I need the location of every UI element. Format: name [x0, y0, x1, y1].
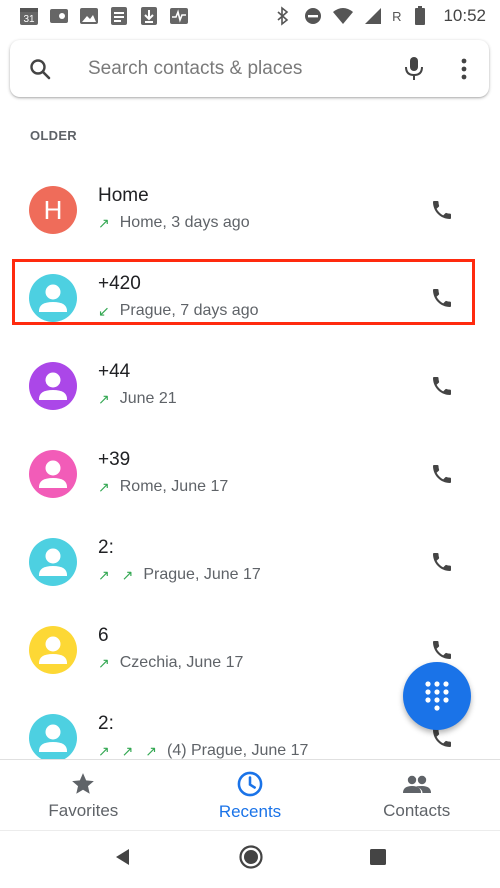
outgoing-call-icon: ↗ ↗ [98, 566, 138, 583]
bluetooth-icon [272, 6, 294, 26]
back-icon[interactable] [113, 847, 133, 872]
message-icon [48, 6, 70, 26]
phone-icon[interactable] [421, 541, 463, 583]
call-detail-text: Prague, June 17 [143, 566, 261, 583]
avatar[interactable] [29, 714, 77, 762]
avatar-letter: H [43, 194, 63, 225]
search-icon[interactable] [10, 40, 70, 97]
call-detail-text: Rome, June 17 [119, 478, 229, 495]
contact-name: 6 [98, 625, 109, 646]
contact-name: 2: [98, 713, 114, 734]
person-icon [39, 460, 67, 488]
tab-favorites[interactable]: Favorites [0, 760, 167, 831]
tab-label: Contacts [383, 800, 451, 820]
phone-icon[interactable] [421, 365, 463, 407]
clock-icon [237, 771, 263, 796]
person-icon [39, 548, 67, 576]
dialpad-icon [425, 681, 449, 711]
call-detail-text: (4) Prague, June 17 [166, 742, 309, 759]
contact-name: +44 [98, 361, 131, 382]
call-detail: ↗ ↗ Prague, June 17 [98, 566, 261, 584]
contact-name: 2: [98, 537, 114, 558]
outgoing-call-icon: ↗ ↗ ↗ [98, 742, 161, 759]
incoming-call-icon: ↙ [98, 302, 114, 319]
dialpad-button[interactable] [403, 662, 471, 730]
person-icon [39, 372, 67, 400]
tab-label: Recents [218, 801, 282, 821]
contact-name: +39 [98, 449, 131, 470]
avatar[interactable] [29, 626, 77, 674]
avatar[interactable]: H [29, 186, 77, 234]
status-bar: 31 R 10:52 [0, 0, 500, 32]
search-bar[interactable]: Search contacts & places [10, 40, 489, 97]
avatar[interactable] [29, 362, 77, 410]
outgoing-call-icon: ↗ [98, 654, 114, 671]
outgoing-call-icon: ↗ [98, 478, 114, 495]
contact-name: +420 [98, 273, 141, 294]
status-notifications: 31 [18, 6, 190, 26]
outgoing-call-icon: ↗ [98, 214, 114, 231]
star-icon [72, 772, 95, 794]
person-icon [39, 636, 67, 664]
call-detail-text: Home, 3 days ago [119, 214, 250, 231]
call-detail: ↙ Prague, 7 days ago [98, 302, 259, 320]
tab-label: Favorites [48, 800, 119, 820]
document-icon [108, 6, 130, 26]
clock-time: 10:52 [443, 6, 486, 25]
phone-icon[interactable] [421, 189, 463, 231]
outgoing-call-icon: ↗ [98, 390, 114, 407]
call-detail-text: Czechia, June 17 [119, 654, 244, 671]
activity-icon [168, 6, 190, 26]
network-label: R [392, 8, 402, 24]
wifi-icon [332, 6, 354, 26]
call-detail-text: June 21 [119, 390, 177, 407]
call-detail: ↗ Rome, June 17 [98, 478, 228, 496]
call-log-row[interactable]: +39 ↗ Rome, June 17 [0, 429, 500, 517]
call-detail: ↗ June 21 [98, 390, 177, 408]
microphone-icon[interactable] [389, 40, 439, 97]
bottom-navigation: Favorites Recents Contacts [0, 759, 500, 831]
more-options-icon[interactable] [439, 40, 489, 97]
phone-icon[interactable] [421, 453, 463, 495]
battery-icon [409, 6, 431, 26]
tab-contacts[interactable]: Contacts [333, 760, 500, 831]
download-icon [138, 6, 160, 26]
call-log-row[interactable]: +420 ↙ Prague, 7 days ago [0, 253, 500, 341]
image-icon [78, 6, 100, 26]
call-log-row[interactable]: H Home ↗ Home, 3 days ago [0, 165, 500, 253]
person-icon [39, 284, 67, 312]
call-detail-text: Prague, 7 days ago [119, 302, 259, 319]
do-not-disturb-icon [302, 6, 324, 26]
avatar[interactable] [29, 274, 77, 322]
signal-icon [362, 6, 384, 26]
contact-name: Home [98, 185, 149, 206]
person-icon [39, 724, 67, 752]
avatar[interactable] [29, 450, 77, 498]
call-log-row[interactable]: 2: ↗ ↗ Prague, June 17 [0, 517, 500, 605]
call-detail: ↗ Home, 3 days ago [98, 214, 250, 232]
calendar-icon: 31 [18, 6, 40, 26]
tab-recents[interactable]: Recents [167, 760, 334, 831]
call-detail: ↗ Czechia, June 17 [98, 654, 243, 672]
system-navigation-bar [0, 830, 500, 888]
home-icon[interactable] [238, 844, 264, 875]
call-detail: ↗ ↗ ↗ (4) Prague, June 17 [98, 742, 308, 760]
avatar[interactable] [29, 538, 77, 586]
status-system: R 10:52 [272, 6, 486, 26]
section-header: OLDER [30, 128, 77, 143]
search-input[interactable]: Search contacts & places [70, 58, 389, 80]
calendar-day: 31 [23, 14, 35, 25]
call-log-row[interactable]: +44 ↗ June 21 [0, 341, 500, 429]
people-icon [402, 775, 431, 793]
overview-icon[interactable] [369, 848, 387, 871]
phone-icon[interactable] [421, 277, 463, 319]
